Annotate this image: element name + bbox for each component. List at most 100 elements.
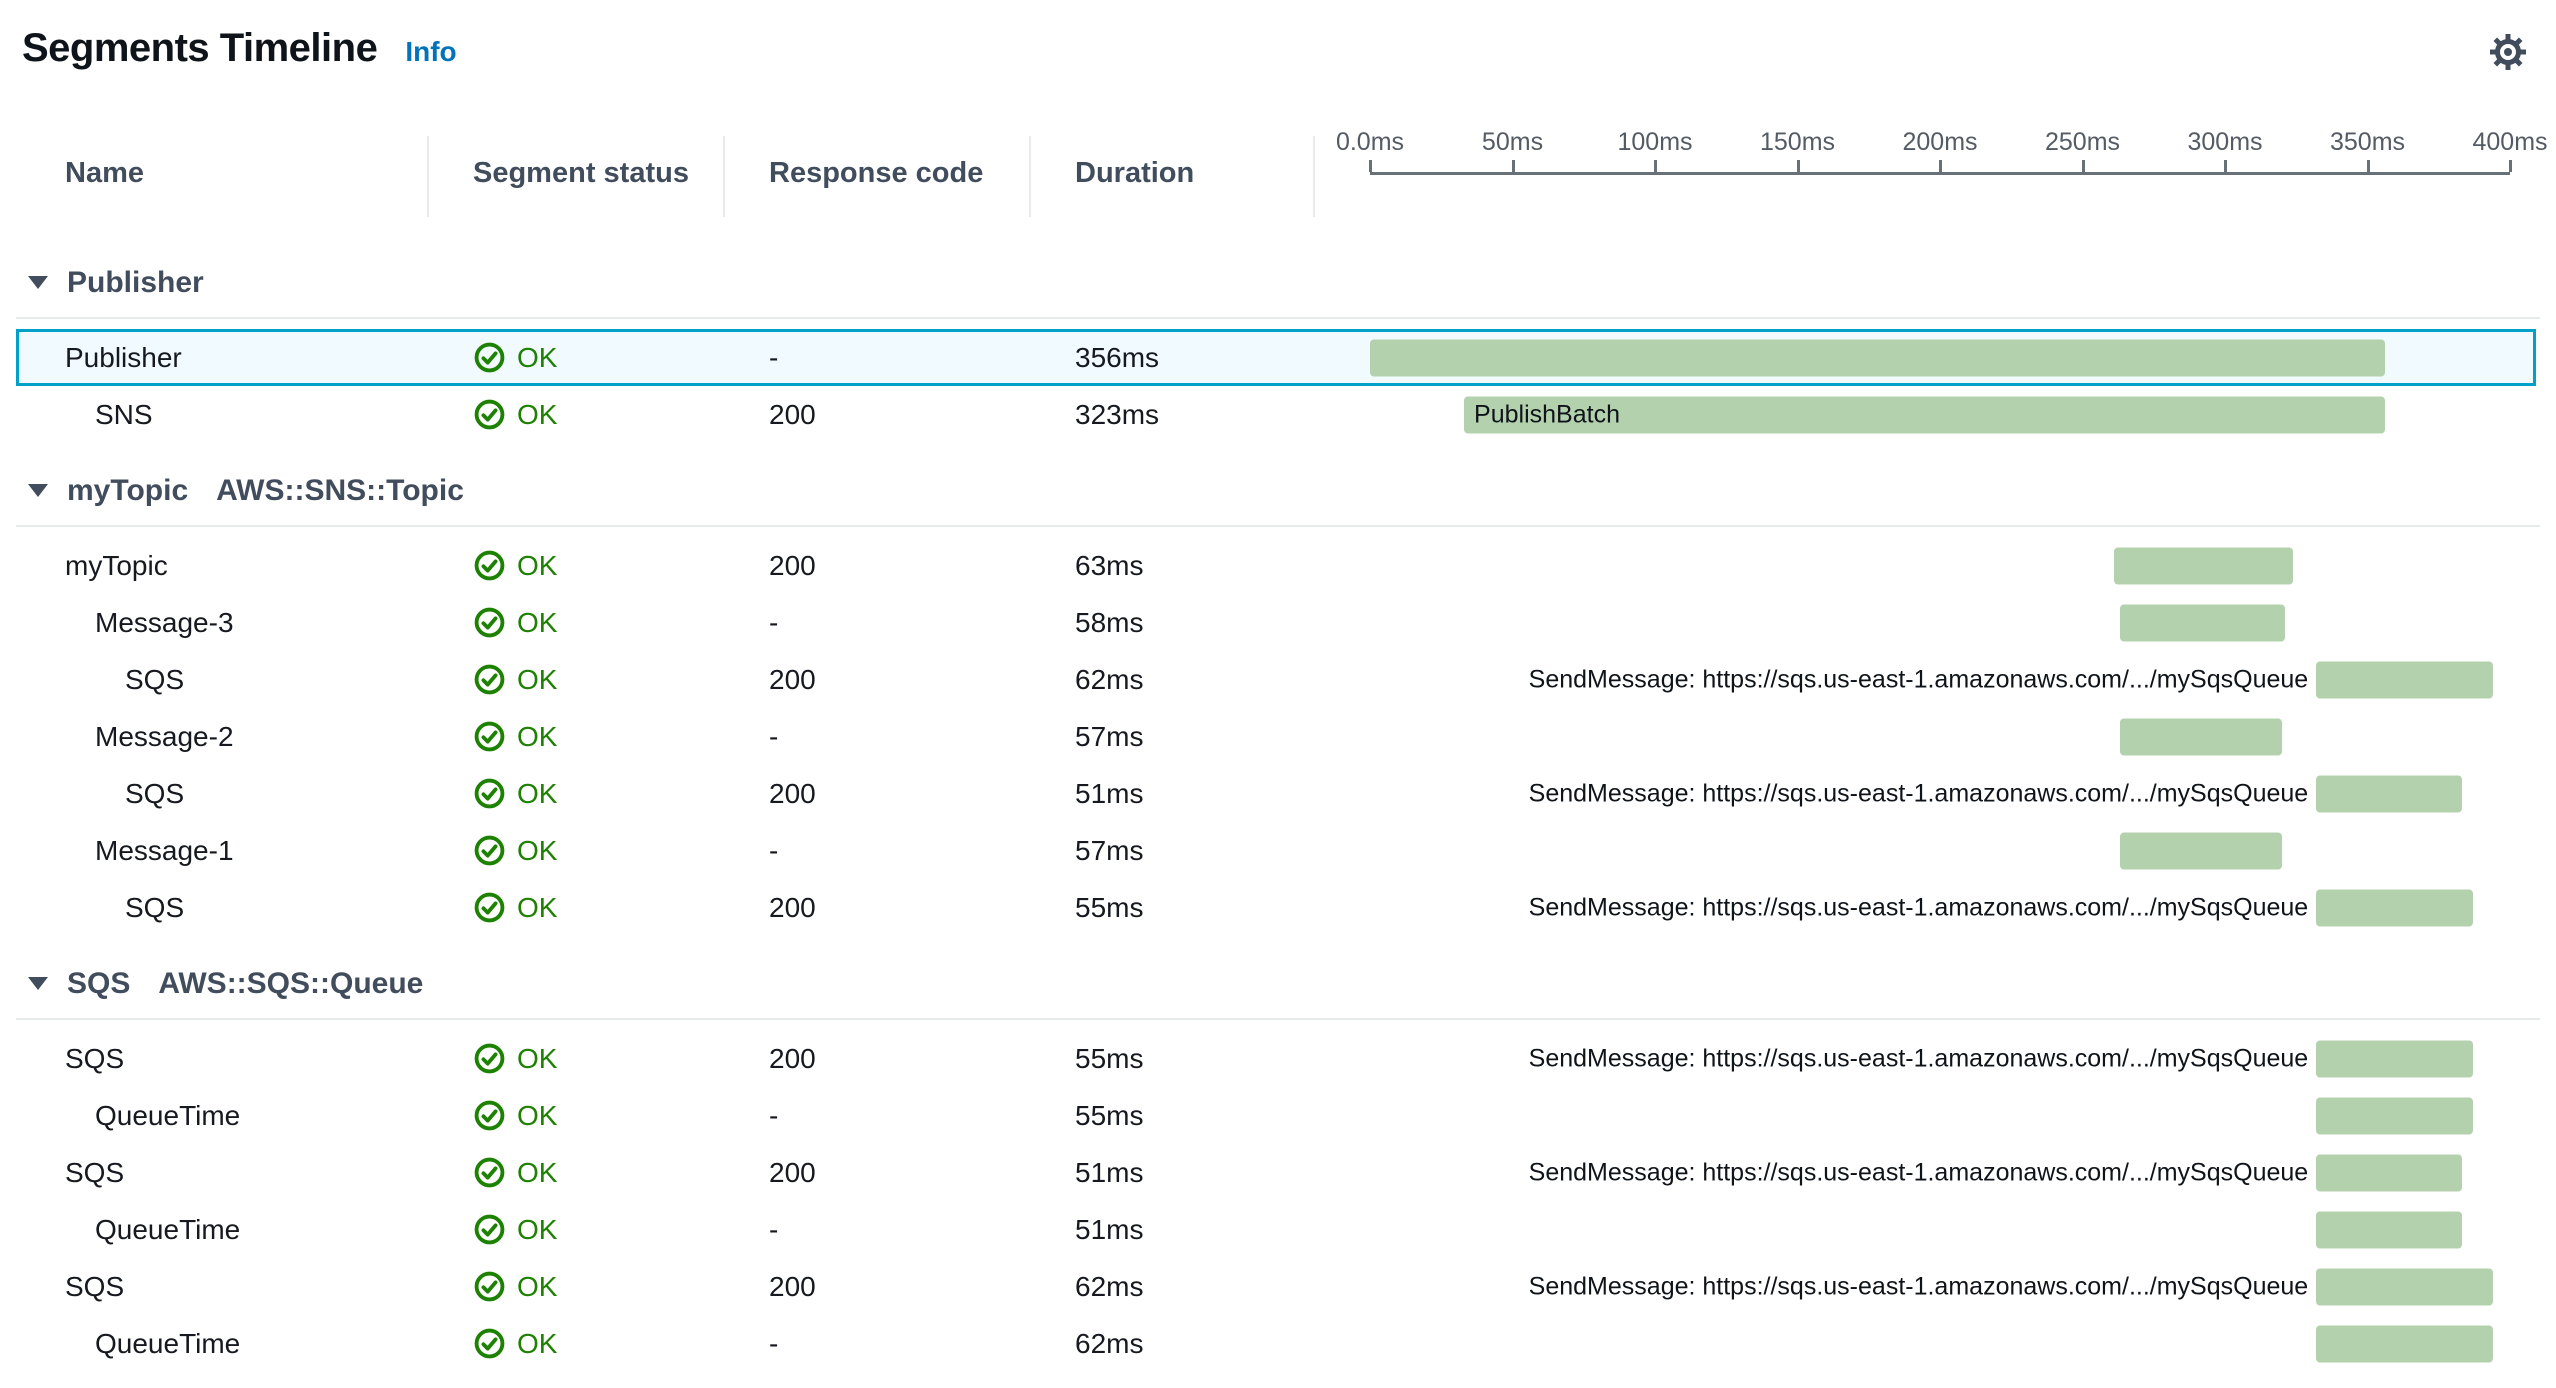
segment-row[interactable]: myTopic OK 200 63ms — [0, 537, 2556, 594]
status-ok-icon — [473, 777, 506, 810]
axis-tick-mark — [1939, 160, 1942, 172]
segment-status: OK — [429, 651, 725, 708]
response-code: - — [725, 822, 1031, 879]
info-link[interactable]: Info — [405, 36, 456, 68]
segment-row[interactable]: Publisher OK - 356ms — [0, 329, 2556, 386]
caret-down-icon[interactable] — [27, 483, 67, 499]
group-header[interactable]: SQS AWS::SQS::Queue — [0, 962, 2556, 1006]
axis-tick-label: 350ms — [2330, 128, 2405, 157]
status-ok-icon — [473, 606, 506, 639]
timeline-bar[interactable] — [2120, 718, 2282, 755]
timeline-cell — [1315, 1201, 2556, 1258]
response-code: 200 — [725, 765, 1031, 822]
axis-tick-label: 250ms — [2045, 128, 2120, 157]
axis-tick-mark — [2367, 160, 2370, 172]
segment-status: OK — [429, 386, 725, 443]
bar-label-left: SendMessage: https://sqs.us-east-1.amazo… — [1529, 779, 2309, 808]
timeline-cell: SendMessage: https://sqs.us-east-1.amazo… — [1315, 1144, 2556, 1201]
group-rows: myTopic OK 200 63ms Message-3 — [0, 537, 2556, 936]
timeline-bar[interactable]: PublishBatch — [1464, 396, 2385, 433]
segment-status: OK — [429, 537, 725, 594]
duration-value: 51ms — [1031, 1144, 1315, 1201]
segment-status: OK — [429, 765, 725, 822]
segment-row[interactable]: Message-3 OK - 58ms — [0, 594, 2556, 651]
status-label: OK — [517, 399, 557, 431]
timeline-bar[interactable] — [2316, 1211, 2461, 1248]
segment-row[interactable]: SNS OK 200 323ms PublishBatch — [0, 386, 2556, 443]
timeline-track: SendMessage: https://sqs.us-east-1.amazo… — [1370, 1144, 2510, 1201]
timeline-bar[interactable] — [2316, 661, 2493, 698]
segment-status: OK — [429, 1144, 725, 1201]
timeline-bar[interactable] — [2316, 1154, 2461, 1191]
timeline-cell — [1315, 537, 2556, 594]
timeline-cell — [1315, 1087, 2556, 1144]
timeline-bar[interactable] — [2114, 547, 2294, 584]
timeline-bar[interactable] — [2316, 889, 2473, 926]
segment-name: QueueTime — [0, 1087, 429, 1144]
duration-value: 58ms — [1031, 594, 1315, 651]
status-label: OK — [517, 1100, 557, 1132]
segment-row[interactable]: SQS OK 200 55ms SendMessage: https://sqs… — [0, 879, 2556, 936]
segment-status: OK — [429, 1258, 725, 1315]
caret-down-icon[interactable] — [27, 275, 67, 291]
axis-baseline — [1370, 172, 2510, 175]
segment-row[interactable]: QueueTime OK - 62ms — [0, 1315, 2556, 1372]
status-label: OK — [517, 1271, 557, 1303]
group-type: AWS::SNS::Topic — [216, 474, 464, 508]
segment-group: Publisher Publisher OK - 356ms SNS — [0, 261, 2556, 443]
status-label: OK — [517, 664, 557, 696]
timeline-bar[interactable] — [2316, 1040, 2473, 1077]
group-header[interactable]: Publisher — [0, 261, 2556, 305]
duration-value: 63ms — [1031, 537, 1315, 594]
segment-row[interactable]: SQS OK 200 62ms SendMessage: https://sqs… — [0, 1258, 2556, 1315]
axis-tick-mark — [2082, 160, 2085, 172]
segment-status: OK — [429, 1087, 725, 1144]
timeline-track — [1370, 1087, 2510, 1144]
segments-list: Publisher Publisher OK - 356ms SNS — [0, 261, 2556, 1372]
timeline-bar[interactable] — [2316, 1325, 2493, 1362]
axis-tick-mark — [2509, 160, 2512, 172]
segment-status: OK — [429, 822, 725, 879]
axis-tick-label: 150ms — [1760, 128, 1835, 157]
segment-row[interactable]: SQS OK 200 55ms SendMessage: https://sqs… — [0, 1030, 2556, 1087]
settings-button[interactable] — [2484, 28, 2532, 76]
caret-down-icon[interactable] — [27, 976, 67, 992]
status-ok-icon — [473, 1042, 506, 1075]
group-name: SQS — [67, 967, 130, 1001]
segment-name: SQS — [0, 1030, 429, 1087]
axis-tick-label: 400ms — [2472, 128, 2547, 157]
timeline-bar[interactable] — [2316, 1268, 2493, 1305]
segment-row[interactable]: SQS OK 200 51ms SendMessage: https://sqs… — [0, 1144, 2556, 1201]
timeline-cell — [1315, 594, 2556, 651]
timeline-bar[interactable] — [2316, 775, 2461, 812]
timeline-bar[interactable] — [1370, 339, 2385, 376]
response-code: 200 — [725, 1258, 1031, 1315]
segment-row[interactable]: QueueTime OK - 55ms — [0, 1087, 2556, 1144]
timeline-track — [1370, 708, 2510, 765]
duration-value: 55ms — [1031, 879, 1315, 936]
timeline-track — [1370, 329, 2510, 386]
axis-tick-mark — [1512, 160, 1515, 172]
timeline-bar[interactable] — [2316, 1097, 2473, 1134]
duration-value: 51ms — [1031, 765, 1315, 822]
segment-group: myTopic AWS::SNS::Topic myTopic OK 200 6… — [0, 469, 2556, 936]
status-ok-icon — [473, 1099, 506, 1132]
segment-row[interactable]: SQS OK 200 62ms SendMessage: https://sqs… — [0, 651, 2556, 708]
group-header[interactable]: myTopic AWS::SNS::Topic — [0, 469, 2556, 513]
group-rows: SQS OK 200 55ms SendMessage: https://sqs… — [0, 1030, 2556, 1372]
duration-value: 62ms — [1031, 651, 1315, 708]
timeline-track — [1370, 1315, 2510, 1372]
segment-row[interactable]: QueueTime OK - 51ms — [0, 1201, 2556, 1258]
timeline-bar[interactable] — [2120, 604, 2285, 641]
axis-tick-label: 0.0ms — [1336, 128, 1404, 157]
response-code: - — [725, 594, 1031, 651]
segment-status: OK — [429, 1030, 725, 1087]
segment-row[interactable]: SQS OK 200 51ms SendMessage: https://sqs… — [0, 765, 2556, 822]
segment-row[interactable]: Message-2 OK - 57ms — [0, 708, 2556, 765]
segment-row[interactable]: Message-1 OK - 57ms — [0, 822, 2556, 879]
group-divider — [16, 525, 2540, 527]
segment-name: SQS — [0, 765, 429, 822]
segment-name: Message-2 — [0, 708, 429, 765]
response-code: - — [725, 329, 1031, 386]
timeline-bar[interactable] — [2120, 832, 2282, 869]
